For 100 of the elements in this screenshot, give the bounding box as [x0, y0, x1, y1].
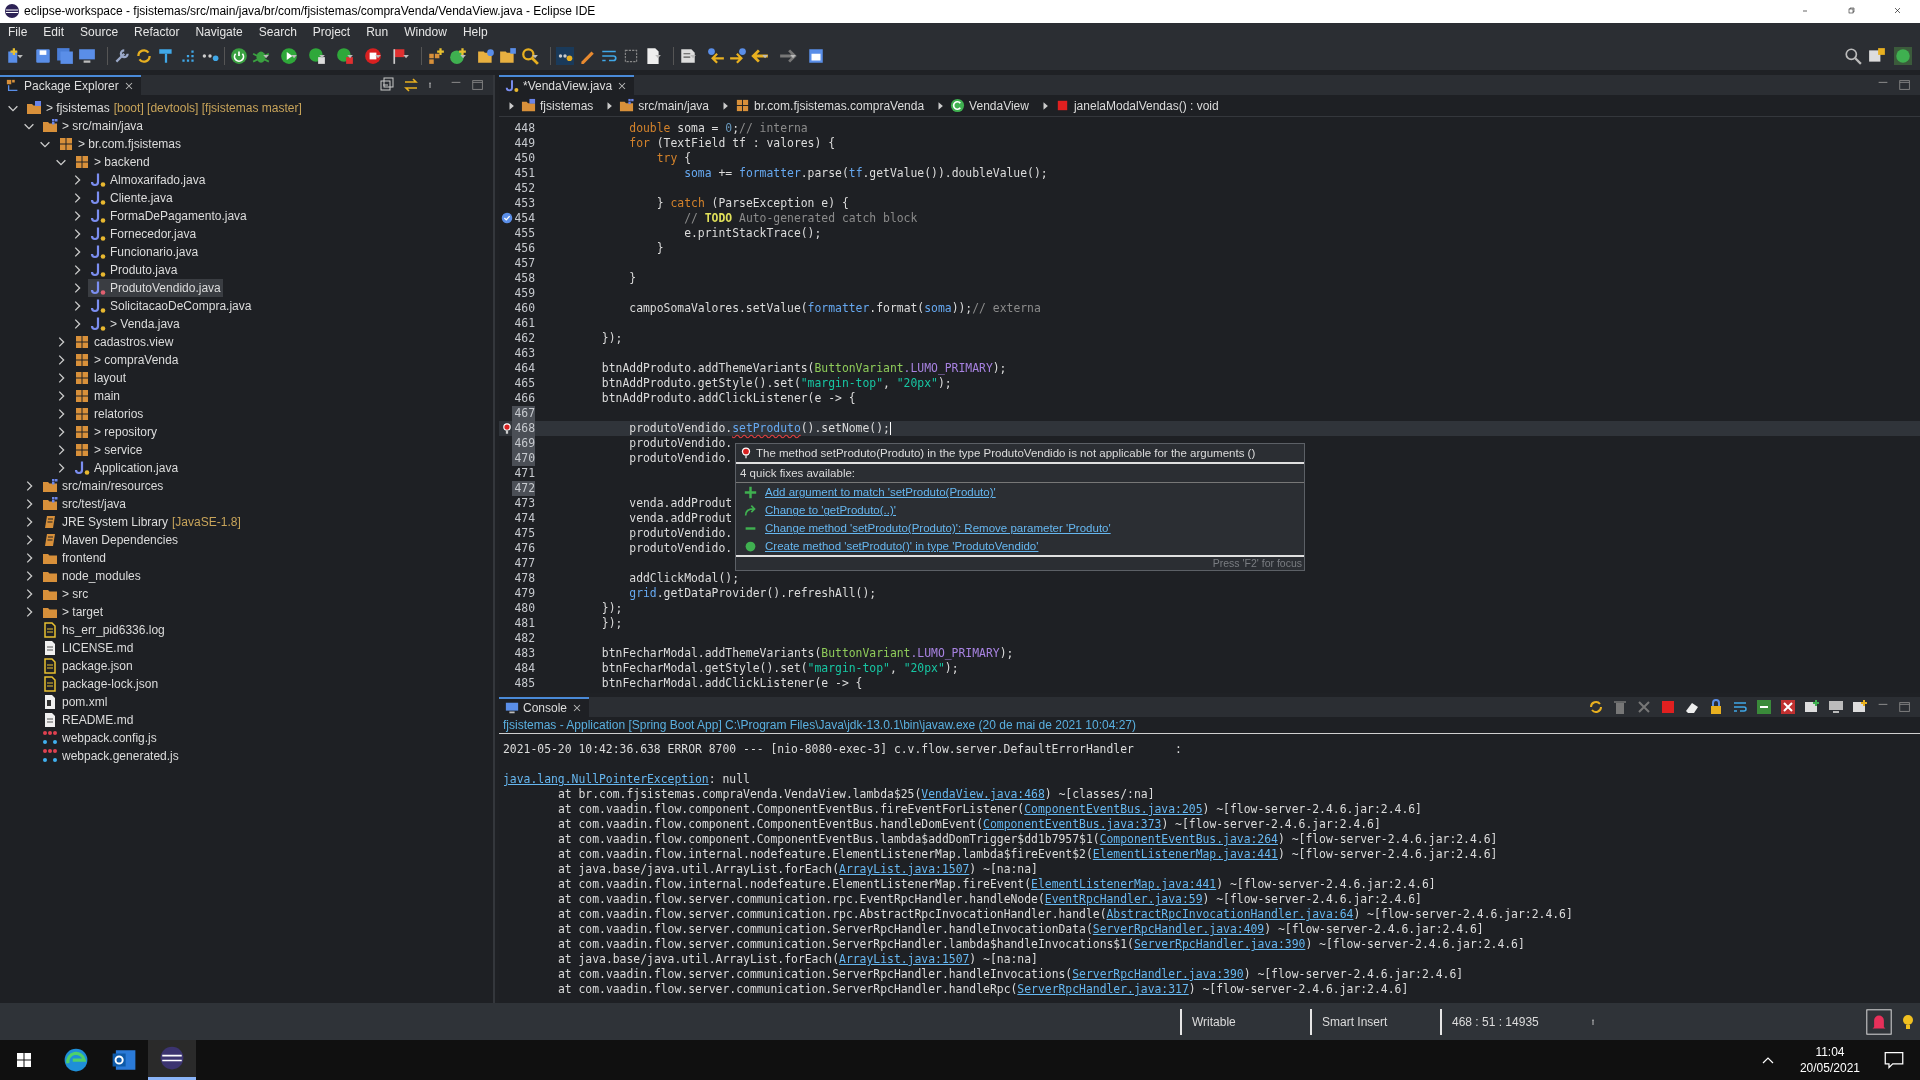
tree-item[interactable]: relatorios: [72, 405, 146, 424]
stack-trace-link[interactable]: ServerRpcHandler.java:390: [1133, 937, 1306, 952]
tree-item[interactable]: > service: [72, 441, 145, 460]
breadcrumb-item[interactable]: fjsistemas: [521, 94, 594, 117]
notifications-icon[interactable]: [1884, 1050, 1904, 1070]
tree-item[interactable]: > src: [40, 585, 91, 604]
tree-item[interactable]: > compraVenda: [72, 351, 181, 370]
java-perspective-icon[interactable]: [1892, 47, 1914, 66]
tree-item[interactable]: > backend: [72, 153, 152, 172]
tree-item[interactable]: Almoxarifado.java: [88, 171, 208, 190]
open-folder-icon[interactable]: [499, 47, 517, 66]
notification-bell-icon[interactable]: [1866, 1008, 1892, 1035]
stack-trace-link[interactable]: EventRpcHandler.java:59: [1044, 892, 1203, 907]
tree-item[interactable]: > src/main/java: [40, 117, 146, 136]
view-tab[interactable]: Console: [499, 697, 590, 718]
tree-item[interactable]: > Venda.java: [88, 315, 182, 334]
menu-item[interactable]: Run: [358, 22, 397, 42]
power-icon[interactable]: [230, 47, 248, 66]
stack-trace-link[interactable]: ServerRpcHandler.java:390: [1072, 967, 1244, 982]
lock-icon[interactable]: [1708, 699, 1724, 716]
tree-item[interactable]: node_modules: [40, 567, 143, 586]
stack-trace-link[interactable]: ComponentEventBus.java:264: [1099, 832, 1278, 847]
search-icon[interactable]: [1844, 47, 1862, 66]
collapse-all-icon[interactable]: [379, 77, 395, 94]
save-icon[interactable]: [34, 47, 52, 66]
trash-icon[interactable]: [1612, 699, 1628, 716]
stack-trace-link[interactable]: ServerRpcHandler.java:409: [1092, 922, 1265, 937]
tree-item[interactable]: layout: [72, 369, 129, 388]
breadcrumb-item[interactable]: br.com.fjsistemas.compraVenda: [735, 94, 925, 117]
tree-item[interactable]: package-lock.json: [40, 675, 161, 694]
back-arrow-icon[interactable]: [707, 47, 725, 66]
editor-tab[interactable]: *VendaView.java: [499, 75, 635, 96]
tree-item[interactable]: README.md: [40, 711, 136, 730]
open-folder-icon[interactable]: [477, 47, 495, 66]
menu-item[interactable]: Refactor: [126, 22, 188, 42]
stack-trace-link[interactable]: ServerRpcHandler.java:317: [1017, 982, 1189, 997]
tree-item[interactable]: > repository: [72, 423, 160, 442]
eclipse-icon[interactable]: [159, 1045, 185, 1072]
maximize-icon[interactable]: [471, 78, 485, 93]
tree-item[interactable]: > target: [40, 603, 106, 622]
tree-item[interactable]: LICENSE.md: [40, 639, 136, 658]
tree-item[interactable]: Produto.java: [88, 261, 180, 280]
tree-item[interactable]: frontend: [40, 549, 109, 568]
menu-item[interactable]: Project: [304, 22, 359, 42]
breadcrumb-item[interactable]: VendaView: [950, 94, 1029, 117]
stack-trace-link[interactable]: java.lang.NullPointerException: [503, 772, 709, 787]
quick-fix-link[interactable]: Add argument to match 'setProduto(Produto)': [765, 483, 996, 502]
tree-item[interactable]: ProdutoVendido.java: [88, 279, 223, 298]
stack-trace-link[interactable]: ComponentEventBus.java:205: [1024, 802, 1203, 817]
tree-item[interactable]: pom.xml: [40, 693, 110, 712]
tree-item[interactable]: webpack.generated.js: [40, 747, 181, 766]
tree-item[interactable]: FormaDePagamento.java: [88, 207, 249, 226]
tree-item[interactable]: > fjsistemas [boot] [devtools] [fjsistemas master]: [24, 99, 304, 118]
tree-item[interactable]: > br.com.fjsistemas: [56, 135, 184, 154]
link-editor-icon[interactable]: [403, 77, 419, 94]
maximize-icon[interactable]: [1898, 78, 1912, 93]
save-all-icon[interactable]: [56, 47, 74, 66]
stack-trace-link[interactable]: ElementListenerMap.java:441: [1031, 877, 1217, 892]
tree-item[interactable]: SolicitacaoDeCompra.java: [88, 297, 254, 316]
stack-trace-link[interactable]: ElementListenerMap.java:441: [1092, 847, 1278, 862]
monitor-icon[interactable]: [1828, 699, 1844, 716]
tree-item[interactable]: src/test/java: [40, 495, 129, 514]
quick-fix-link[interactable]: Create method 'setProduto()' in type 'ProdutoVendido': [765, 537, 1039, 556]
view-tab[interactable]: Package Explorer: [0, 75, 141, 96]
close-console-icon[interactable]: [1780, 699, 1796, 716]
menu-item[interactable]: Navigate: [187, 22, 251, 42]
menu-item[interactable]: Search: [250, 22, 305, 42]
tree-item[interactable]: Cliente.java: [88, 189, 175, 208]
menu-item[interactable]: Help: [454, 22, 496, 42]
menu-item[interactable]: Edit: [35, 22, 73, 42]
quick-fix-link[interactable]: Change to 'getProduto(..)': [765, 501, 896, 520]
tree-item[interactable]: Maven Dependencies: [40, 531, 181, 550]
tree-item[interactable]: cadastros.view: [72, 333, 176, 352]
refresh-icon[interactable]: [135, 47, 153, 66]
menu-item[interactable]: File: [0, 22, 36, 42]
tree-item[interactable]: src/main/resources: [40, 477, 166, 496]
eclipse-logo-icon[interactable]: [4, 3, 20, 20]
tree-item[interactable]: hs_err_pid6336.log: [40, 621, 167, 640]
maximize-icon[interactable]: [1898, 700, 1912, 715]
menu-item[interactable]: Source: [72, 22, 127, 42]
forward-arrow-icon[interactable]: [729, 47, 747, 66]
stack-trace-link[interactable]: ArrayList.java:1507: [839, 952, 970, 967]
tree-item[interactable]: webpack.config.js: [40, 729, 159, 748]
breadcrumb-item[interactable]: src/main/java: [619, 94, 710, 117]
refresh-icon[interactable]: [1588, 699, 1604, 716]
stack-trace-link[interactable]: ComponentEventBus.java:373: [983, 817, 1162, 832]
quick-fix-link[interactable]: Change method 'setProduto(Produto)': Remove parameter 'Produto': [765, 519, 1111, 538]
menu-item[interactable]: Window: [396, 22, 455, 42]
package-add-icon[interactable]: [427, 47, 445, 66]
tree-item[interactable]: Fornecedor.java: [88, 225, 199, 244]
tree-item[interactable]: JRE System Library [JavaSE-1.8]: [40, 513, 243, 532]
stack-trace-link[interactable]: VendaView.java:468: [921, 787, 1045, 802]
stack-trace-link[interactable]: ArrayList.java:1507: [839, 862, 970, 877]
tree-item[interactable]: package.json: [40, 657, 135, 676]
tree-item[interactable]: main: [72, 387, 122, 406]
breadcrumb-item[interactable]: janelaModalVendas() : void: [1054, 94, 1219, 117]
window-icon[interactable]: [807, 47, 825, 66]
tree-item[interactable]: Application.java: [72, 459, 181, 478]
stack-trace-link[interactable]: AbstractRpcInvocationHandler.java:64: [1106, 907, 1354, 922]
tree-item[interactable]: Funcionario.java: [88, 243, 201, 262]
